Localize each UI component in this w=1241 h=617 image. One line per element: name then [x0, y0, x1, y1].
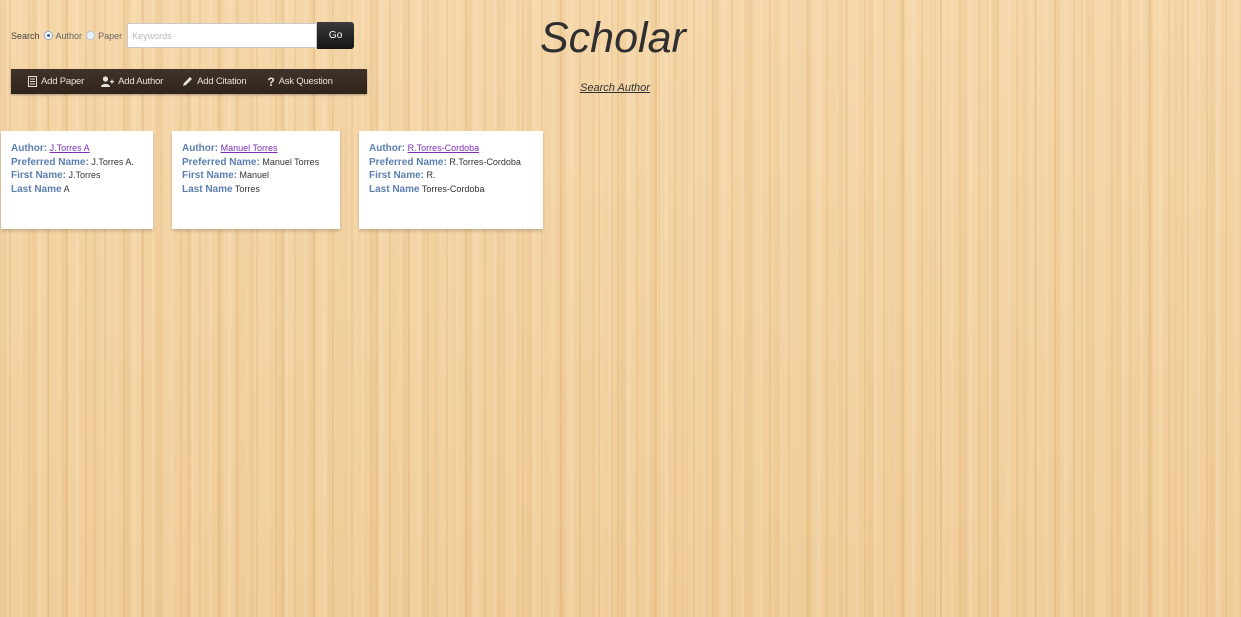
paper-radio-label[interactable]: Paper — [98, 31, 122, 41]
last-name-value: A — [63, 183, 70, 194]
paper-radio[interactable] — [86, 31, 96, 40]
preferred-name-row: Preferred Name: R.Torres-Cordoba — [369, 156, 533, 170]
author-card: Author: Manuel Torres Preferred Name: Ma… — [172, 131, 340, 229]
add-author-button[interactable]: Add Author — [101, 69, 163, 94]
first-name-row: First Name: R. — [369, 169, 533, 183]
author-card: Author: J.Torres A Preferred Name: J.Tor… — [1, 131, 153, 229]
author-radio[interactable] — [43, 31, 53, 40]
preferred-name-key: Preferred Name: — [182, 156, 260, 168]
author-key: Author: — [182, 143, 219, 154]
site-title: Scholar — [540, 14, 686, 62]
ask-question-label: Ask Question — [278, 76, 333, 87]
search-label: Search — [11, 30, 40, 41]
first-name-value: R. — [426, 170, 436, 180]
author-card: Author: R.Torres-Cordoba Preferred Name:… — [359, 131, 543, 229]
add-citation-button[interactable]: Add Citation — [182, 69, 247, 94]
first-name-value: Manuel — [239, 170, 270, 180]
preferred-name-key: Preferred Name: — [369, 156, 447, 168]
preferred-name-value: R.Torres-Cordoba — [449, 156, 521, 167]
add-paper-button[interactable]: Add Paper — [28, 69, 84, 94]
preferred-name-row: Preferred Name: J.Torres A. — [11, 156, 143, 170]
search-input[interactable] — [127, 23, 318, 48]
author-link[interactable]: J.Torres A — [50, 143, 90, 153]
first-name-row: First Name: J.Torres — [11, 169, 143, 183]
add-author-label: Add Author — [118, 76, 164, 87]
go-button[interactable]: Go — [317, 22, 355, 49]
author-link[interactable]: R.Torres-Cordoba — [408, 143, 480, 153]
search-bar: Search Author Paper Go — [11, 22, 355, 49]
author-key: Author: — [11, 143, 48, 154]
last-name-row: Last Name Torres-Cordoba — [369, 183, 533, 197]
toolbar: Add Paper Add Author Add Citation ? Ask … — [11, 69, 367, 94]
add-paper-label: Add Paper — [41, 76, 85, 87]
last-name-key: Last Name — [182, 183, 233, 195]
last-name-value: Torres — [234, 183, 260, 194]
first-name-key: First Name: — [182, 170, 238, 181]
last-name-row: Last Name A — [11, 183, 143, 197]
preferred-name-row: Preferred Name: Manuel Torres — [182, 156, 330, 170]
pencil-icon — [182, 76, 193, 87]
first-name-key: First Name: — [369, 170, 425, 181]
ask-question-button[interactable]: ? Ask Question — [267, 69, 332, 94]
document-icon — [28, 76, 37, 87]
first-name-row: First Name: Manuel — [182, 169, 330, 183]
search-author-link[interactable]: Search Author — [580, 82, 650, 94]
first-name-key: First Name: — [11, 170, 67, 181]
author-row: Author: R.Torres-Cordoba — [369, 142, 533, 156]
author-radio-label[interactable]: Author — [56, 31, 83, 41]
last-name-key: Last Name — [11, 183, 62, 195]
add-citation-label: Add Citation — [197, 76, 247, 87]
add-user-icon — [101, 76, 115, 87]
last-name-key: Last Name — [369, 183, 420, 195]
question-icon: ? — [267, 74, 275, 89]
author-key: Author: — [369, 143, 406, 154]
first-name-value: J.Torres — [68, 170, 101, 180]
author-row: Author: J.Torres A — [11, 142, 143, 156]
preferred-name-value: J.Torres A. — [91, 156, 134, 167]
preferred-name-key: Preferred Name: — [11, 156, 89, 168]
last-name-value: Torres-Cordoba — [421, 183, 485, 194]
preferred-name-value: Manuel Torres — [262, 156, 320, 167]
author-row: Author: Manuel Torres — [182, 142, 330, 156]
last-name-row: Last Name Torres — [182, 183, 330, 197]
author-link[interactable]: Manuel Torres — [221, 143, 278, 153]
